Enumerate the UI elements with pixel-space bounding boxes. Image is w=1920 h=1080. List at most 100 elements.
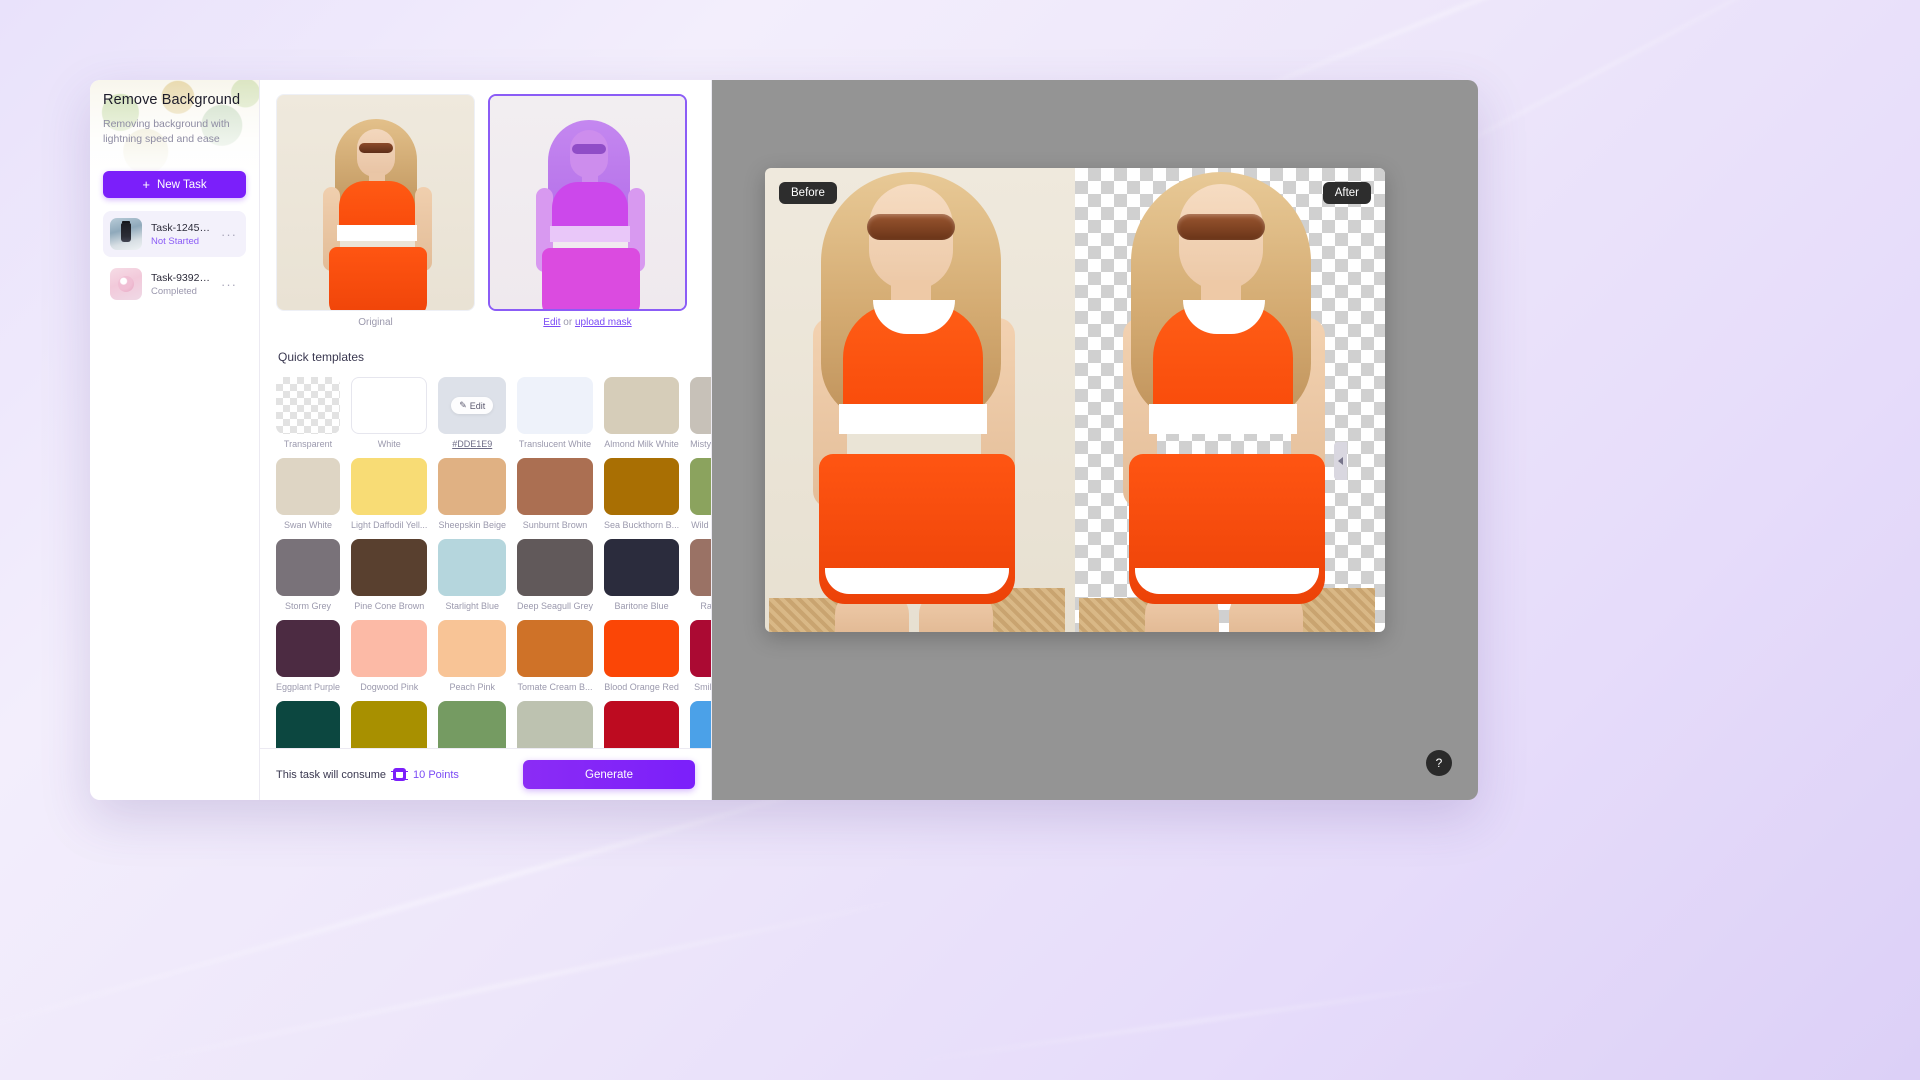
swatch-label: Deep Seagull Grey	[517, 601, 593, 611]
panel-scroll-area[interactable]: Original	[260, 80, 711, 748]
quick-template-swatch[interactable]	[604, 701, 679, 748]
quick-template-swatch[interactable]	[438, 701, 506, 748]
swatch-color-box[interactable]	[604, 539, 679, 596]
swatch-color-box[interactable]	[276, 701, 340, 748]
swatch-label: Misty Moon Grey	[690, 439, 711, 449]
original-caption: Original	[276, 317, 475, 328]
swatch-color-box[interactable]	[351, 458, 427, 515]
quick-template-swatch[interactable]: Baritone Blue	[604, 539, 679, 611]
task-name: Task-12454867	[151, 222, 210, 234]
quick-template-swatch[interactable]	[517, 701, 593, 748]
swatch-color-box[interactable]	[690, 377, 711, 434]
quick-template-swatch[interactable]: ✎Edit #DDE1E9	[438, 377, 506, 449]
swatch-color-box[interactable]	[517, 539, 593, 596]
mask-figure	[490, 96, 685, 309]
quick-template-swatch[interactable]	[351, 701, 427, 748]
quick-template-swatch[interactable]: Deep Seagull Grey	[517, 539, 593, 611]
swatch-color-box[interactable]	[604, 701, 679, 748]
quick-template-swatch[interactable]: Transparent	[276, 377, 340, 449]
swatch-color-box[interactable]	[690, 458, 711, 515]
background-streak-5	[903, 978, 1497, 1063]
swatch-color-box[interactable]	[604, 458, 679, 515]
swatch-label: Pine Cone Brown	[351, 601, 427, 611]
quick-template-swatch[interactable]: Eggplant Purple	[276, 620, 340, 692]
collapse-panel-handle[interactable]	[1334, 442, 1347, 480]
quick-template-swatch[interactable]	[276, 701, 340, 748]
task-list: Task-12454867 Not Started ··· Task-93924…	[103, 211, 246, 307]
task-list-item[interactable]: Task-9392496 Completed ···	[103, 261, 246, 307]
quick-template-swatch[interactable]: Sheepskin Beige	[438, 458, 506, 530]
swatch-color-box[interactable]	[276, 539, 340, 596]
quick-template-swatch[interactable]: Starlight Blue	[438, 539, 506, 611]
quick-template-swatch[interactable]	[690, 701, 711, 748]
swatch-color-box[interactable]	[351, 377, 427, 434]
swatch-color-box[interactable]	[438, 701, 506, 748]
upload-mask-link[interactable]: upload mask	[575, 317, 632, 328]
before-after-compare[interactable]: Before After	[765, 168, 1385, 632]
original-image[interactable]	[276, 94, 475, 311]
swatch-edit-chip[interactable]: ✎Edit	[451, 397, 493, 414]
quick-templates-grid: TransparentWhite ✎Edit #DDE1E9 Translucent …	[276, 377, 695, 748]
background-streak-4	[128, 897, 911, 1066]
preview-mask: Edit or upload mask	[488, 94, 687, 328]
preview-original: Original	[276, 94, 475, 328]
quick-template-swatch[interactable]: Almond Milk White	[604, 377, 679, 449]
swatch-color-box[interactable]	[517, 620, 593, 677]
page-subtitle: Removing background with lightning speed…	[103, 117, 246, 147]
swatch-label: Storm Grey	[276, 601, 340, 611]
or-text: or	[561, 317, 575, 328]
quick-template-swatch[interactable]: White	[351, 377, 427, 449]
swatch-label: Eggplant Purple	[276, 682, 340, 692]
task-thumbnail	[110, 218, 142, 250]
swatch-color-box[interactable]	[351, 539, 427, 596]
quick-template-swatch[interactable]: Peach Pink	[438, 620, 506, 692]
points-cost: This task will consume 10 Points	[276, 768, 459, 781]
swatch-color-box[interactable]	[438, 539, 506, 596]
swatch-color-box[interactable]	[604, 377, 679, 434]
swatch-color-box[interactable]	[351, 620, 427, 677]
canvas-area: Before After	[712, 80, 1478, 800]
panel-footer: This task will consume 10 Points Generat…	[260, 748, 711, 800]
swatch-color-box[interactable]	[690, 539, 711, 596]
new-task-button[interactable]: + New Task	[103, 171, 246, 198]
consume-text: This task will consume	[276, 769, 386, 781]
quick-template-swatch[interactable]: Raw Umber	[690, 539, 711, 611]
quick-template-swatch[interactable]: Light Daffodil Yell...	[351, 458, 427, 530]
quick-template-swatch[interactable]: Dogwood Pink	[351, 620, 427, 692]
mask-image[interactable]	[488, 94, 687, 311]
swatch-color-box[interactable]	[276, 377, 340, 434]
after-pane	[1075, 168, 1385, 632]
quick-template-swatch[interactable]: Pine Cone Brown	[351, 539, 427, 611]
swatch-color-box[interactable]	[438, 458, 506, 515]
help-button[interactable]: ?	[1426, 750, 1452, 776]
quick-template-swatch[interactable]: Sea Buckthorn B...	[604, 458, 679, 530]
swatch-color-box[interactable]	[276, 458, 340, 515]
quick-template-swatch[interactable]: Misty Moon Grey	[690, 377, 711, 449]
quick-template-swatch[interactable]: Smiling Scarlet	[690, 620, 711, 692]
swatch-color-box[interactable]	[690, 701, 711, 748]
quick-template-swatch[interactable]: Translucent White	[517, 377, 593, 449]
swatch-color-box[interactable]	[438, 620, 506, 677]
quick-template-swatch[interactable]: Swan White	[276, 458, 340, 530]
generate-button[interactable]: Generate	[523, 760, 695, 789]
quick-template-swatch[interactable]: Blood Orange Red	[604, 620, 679, 692]
quick-template-swatch[interactable]: Storm Grey	[276, 539, 340, 611]
swatch-color-box[interactable]	[604, 620, 679, 677]
swatch-color-box[interactable]	[690, 620, 711, 677]
swatch-color-box[interactable]	[517, 701, 593, 748]
swatch-color-box[interactable]: ✎Edit	[438, 377, 506, 434]
edit-mask-link[interactable]: Edit	[543, 317, 560, 328]
swatch-label: Smiling Scarlet	[690, 682, 711, 692]
quick-template-swatch[interactable]: Sunburnt Brown	[517, 458, 593, 530]
plus-icon: +	[142, 178, 150, 191]
swatch-color-box[interactable]	[351, 701, 427, 748]
task-list-item[interactable]: Task-12454867 Not Started ···	[103, 211, 246, 257]
task-more-icon[interactable]: ···	[219, 278, 239, 291]
swatch-label: #DDE1E9	[438, 439, 506, 449]
swatch-color-box[interactable]	[517, 377, 593, 434]
swatch-color-box[interactable]	[517, 458, 593, 515]
swatch-color-box[interactable]	[276, 620, 340, 677]
quick-template-swatch[interactable]: Wild Fern Green	[690, 458, 711, 530]
quick-template-swatch[interactable]: Tomate Cream B...	[517, 620, 593, 692]
task-more-icon[interactable]: ···	[219, 228, 239, 241]
